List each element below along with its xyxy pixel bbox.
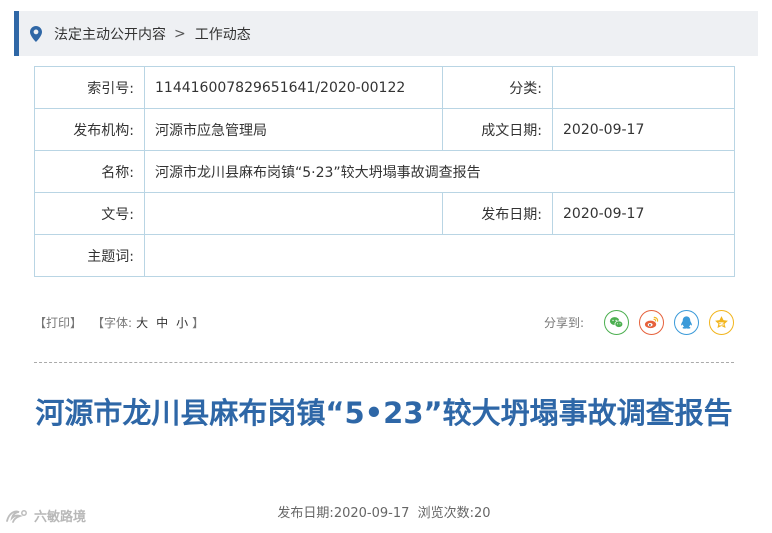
qq-icon [681, 315, 692, 329]
publish-date-label: 发布日期: [442, 192, 553, 235]
share-label: 分享到: [543, 315, 584, 330]
table-row: 名称: 河源市龙川县麻布岗镇“5·23”较大坍塌事故调查报告 [34, 150, 735, 193]
font-large-button[interactable]: 大 [136, 314, 148, 331]
table-row: 主题词: [34, 234, 735, 277]
print-button[interactable]: 【打印】 [34, 314, 82, 331]
table-row: 索引号: 114416007829651641/2020-00122 分类: [34, 66, 735, 109]
weibo-share-button[interactable] [639, 309, 664, 335]
breadcrumb: 法定主动公开内容 > 工作动态 [14, 11, 758, 56]
qzone-icon [715, 315, 728, 328]
index-label: 索引号: [34, 66, 145, 109]
name-label: 名称: [34, 150, 145, 193]
publisher-value: 河源市应急管理局 [144, 108, 443, 151]
article-publish-info: 发布日期:2020-09-17 浏览次数:20 [34, 502, 734, 521]
category-value [552, 66, 735, 109]
location-pin-icon [30, 25, 42, 42]
publish-date-value: 2020-09-17 [333, 506, 410, 521]
wechat-share-button[interactable] [604, 309, 629, 335]
doc-number-value [144, 192, 443, 235]
keywords-label: 主题词: [34, 234, 145, 277]
font-size-suffix: 】 [192, 315, 205, 330]
article-toolbar: 【打印】 【字体: 大 中 小 】 分享到: [34, 302, 734, 342]
share-bar: 分享到: [543, 309, 734, 335]
doc-number-label: 文号: [34, 192, 145, 235]
table-row: 文号: 发布日期: 2020-09-17 [34, 192, 735, 235]
divider [34, 362, 734, 363]
font-size-prefix: 【字体: [92, 315, 133, 330]
breadcrumb-item-public-content[interactable]: 法定主动公开内容 [54, 24, 166, 44]
qzone-share-button[interactable] [709, 309, 734, 335]
view-count-value: 20 [474, 506, 491, 521]
watermark-logo-icon [6, 509, 27, 523]
document-meta-table: 索引号: 114416007829651641/2020-00122 分类: 发… [34, 66, 735, 277]
qq-share-button[interactable] [674, 309, 699, 335]
category-label: 分类: [442, 66, 553, 109]
index-value: 114416007829651641/2020-00122 [144, 66, 443, 109]
publish-date-value: 2020-09-17 [552, 192, 735, 235]
font-medium-button[interactable]: 中 [156, 314, 168, 331]
weibo-icon [644, 316, 659, 328]
created-date-value: 2020-09-17 [552, 108, 735, 151]
publish-date-label: 发布日期: [277, 506, 334, 521]
chevron-right-icon: > [174, 25, 186, 42]
keywords-value [144, 234, 735, 277]
table-row: 发布机构: 河源市应急管理局 成文日期: 2020-09-17 [34, 108, 735, 151]
created-date-label: 成文日期: [442, 108, 553, 151]
watermark-text: 六敏路境 [34, 510, 87, 525]
font-small-button[interactable]: 小 [176, 314, 188, 331]
watermark: 六敏路境 [4, 506, 86, 525]
wechat-icon [609, 316, 624, 328]
breadcrumb-item-work-news[interactable]: 工作动态 [195, 24, 251, 44]
name-value: 河源市龙川县麻布岗镇“5·23”较大坍塌事故调查报告 [144, 150, 735, 193]
view-count-label: 浏览次数: [417, 506, 475, 521]
article-title: 河源市龙川县麻布岗镇“5•23”较大坍塌事故调查报告 [35, 396, 733, 430]
publisher-label: 发布机构: [34, 108, 145, 151]
